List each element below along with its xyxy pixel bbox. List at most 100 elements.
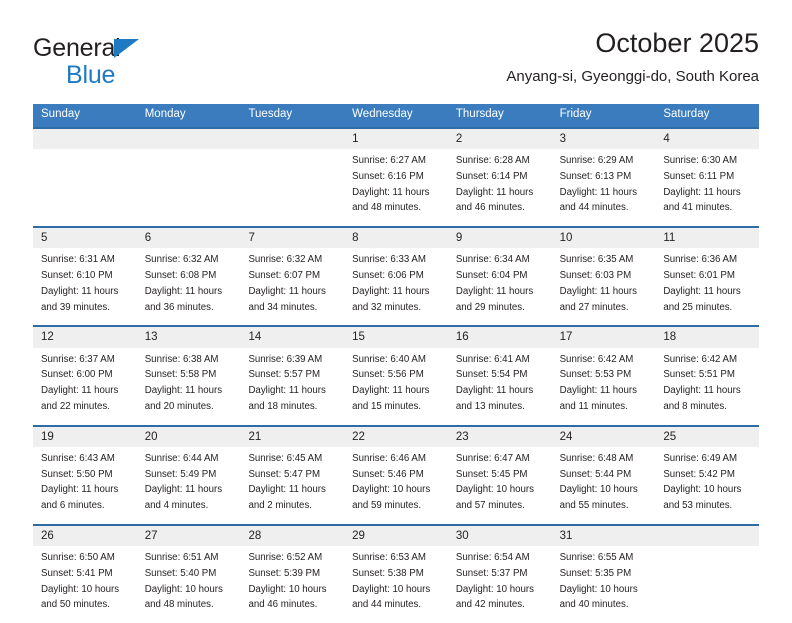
day-cell[interactable]: Sunrise: 6:36 AM Sunset: 6:01 PM Daylight:… <box>655 248 759 325</box>
generalblue-logo[interactable]: General Blue <box>33 36 233 88</box>
day-cell[interactable]: Sunrise: 6:34 AM Sunset: 6:04 PM Daylight:… <box>448 248 552 325</box>
day-number[interactable]: 11 <box>655 228 759 248</box>
week-daynumber-row: 5 6 7 8 9 10 11 <box>33 228 759 249</box>
daylight-text: Daylight: 11 hours <box>41 285 119 297</box>
sunrise-text: Sunrise: 6:27 AM <box>352 155 426 167</box>
day-number[interactable]: 1 <box>344 129 448 149</box>
day-cell-empty <box>655 546 759 623</box>
day-number-empty <box>33 129 137 149</box>
weekday-header-row: Sunday Monday Tuesday Wednesday Thursday… <box>33 104 759 127</box>
week-detail-row: Sunrise: 6:43 AM Sunset: 5:50 PM Daylight:… <box>33 446 759 524</box>
day-cell[interactable]: Sunrise: 6:55 AM Sunset: 5:35 PM Daylight:… <box>552 546 656 623</box>
day-number[interactable]: 20 <box>137 427 241 447</box>
daylight-text: Daylight: 11 hours <box>663 385 741 397</box>
day-cell[interactable]: Sunrise: 6:42 AM Sunset: 5:51 PM Daylight:… <box>655 348 759 425</box>
weekday-header-saturday: Saturday <box>663 108 710 120</box>
sunset-text: Sunset: 5:37 PM <box>455 567 528 579</box>
week-daynumber-row: 1234 <box>33 128 759 150</box>
day-number[interactable]: 3 <box>552 129 656 149</box>
day-number[interactable]: 18 <box>655 327 759 347</box>
day-number[interactable]: 26 <box>33 526 137 546</box>
day-number[interactable]: 4 <box>655 129 759 149</box>
day-cell-empty <box>33 149 137 226</box>
day-cell[interactable]: Sunrise: 6:30 AM Sunset: 6:11 PM Daylight:… <box>655 149 759 226</box>
sunset-text: Sunset: 6:00 PM <box>41 369 113 381</box>
day-number[interactable]: 28 <box>240 526 344 546</box>
day-cell[interactable]: Sunrise: 6:50 AM Sunset: 5:41 PM Daylight:… <box>33 546 137 623</box>
day-cell[interactable]: Sunrise: 6:32 AM Sunset: 6:08 PM Daylight:… <box>137 248 241 325</box>
daylight-text: Daylight: 11 hours <box>248 385 326 397</box>
day-cell[interactable]: Sunrise: 6:31 AM Sunset: 6:10 PM Daylight:… <box>33 248 137 325</box>
daylight-text: Daylight: 11 hours <box>663 186 741 198</box>
daylight-text-cont: and 46 minutes. <box>248 599 318 611</box>
day-number[interactable]: 13 <box>137 327 241 347</box>
day-number[interactable]: 5 <box>33 228 137 248</box>
weekday-header-thursday: Thursday <box>455 108 504 120</box>
day-number[interactable]: 29 <box>344 526 448 546</box>
day-cell[interactable]: Sunrise: 6:54 AM Sunset: 5:37 PM Daylight:… <box>448 546 552 623</box>
day-number[interactable]: 30 <box>448 526 552 546</box>
day-cell[interactable]: Sunrise: 6:29 AM Sunset: 6:13 PM Daylight:… <box>552 149 656 226</box>
sunrise-text: Sunrise: 6:40 AM <box>352 353 426 365</box>
day-number[interactable]: 6 <box>137 228 241 248</box>
daylight-text-cont: and 15 minutes. <box>352 400 422 412</box>
sunrise-text: Sunrise: 6:32 AM <box>248 254 323 266</box>
week-detail-row: Sunrise: 6:37 AM Sunset: 6:00 PM Daylight:… <box>33 347 759 425</box>
day-number[interactable]: 2 <box>448 129 552 149</box>
day-number[interactable]: 7 <box>240 228 344 248</box>
day-number[interactable]: 22 <box>344 427 448 447</box>
daylight-text: Daylight: 10 hours <box>352 583 431 595</box>
day-number[interactable]: 21 <box>240 427 344 447</box>
day-cell[interactable]: Sunrise: 6:45 AM Sunset: 5:47 PM Daylight:… <box>240 447 344 524</box>
day-number[interactable]: 16 <box>448 327 552 347</box>
logo-text-blue: Blue <box>66 61 116 89</box>
day-number[interactable]: 25 <box>655 427 759 447</box>
day-cell[interactable]: Sunrise: 6:39 AM Sunset: 5:57 PM Daylight:… <box>240 348 344 425</box>
day-cell-empty <box>240 149 344 226</box>
sunrise-text: Sunrise: 6:46 AM <box>352 452 426 464</box>
daylight-text-cont: and 59 minutes. <box>352 500 422 512</box>
day-number[interactable]: 9 <box>448 228 552 248</box>
day-cell[interactable]: Sunrise: 6:53 AM Sunset: 5:38 PM Daylight:… <box>344 546 448 623</box>
calendar-week-row: 12 13 14 15 16 17 18 Sunrise: 6:37 AM Sunset: 6:… <box>33 325 759 425</box>
day-number[interactable]: 19 <box>33 427 137 447</box>
day-cell[interactable]: Sunrise: 6:38 AM Sunset: 5:58 PM Daylight:… <box>137 348 241 425</box>
day-cell[interactable]: Sunrise: 6:42 AM Sunset: 5:53 PM Daylight:… <box>552 348 656 425</box>
day-number[interactable]: 10 <box>552 228 656 248</box>
day-number[interactable]: 23 <box>448 427 552 447</box>
day-cell[interactable]: Sunrise: 6:48 AM Sunset: 5:44 PM Daylight:… <box>552 447 656 524</box>
sunrise-text: Sunrise: 6:43 AM <box>41 452 115 464</box>
calendar-grid: Sunday Monday Tuesday Wednesday Thursday… <box>33 104 759 623</box>
day-cell[interactable]: Sunrise: 6:33 AM Sunset: 6:06 PM Daylight:… <box>344 248 448 325</box>
day-cell[interactable]: Sunrise: 6:51 AM Sunset: 5:40 PM Daylight:… <box>137 546 241 623</box>
sunrise-text: Sunrise: 6:30 AM <box>663 155 738 167</box>
day-cell[interactable]: Sunrise: 6:40 AM Sunset: 5:56 PM Daylight:… <box>344 348 448 425</box>
day-cell[interactable]: Sunrise: 6:52 AM Sunset: 5:39 PM Daylight:… <box>240 546 344 623</box>
day-number[interactable]: 27 <box>137 526 241 546</box>
day-number[interactable]: 24 <box>552 427 656 447</box>
day-number[interactable]: 12 <box>33 327 137 347</box>
day-cell[interactable]: Sunrise: 6:28 AM Sunset: 6:14 PM Daylight:… <box>448 149 552 226</box>
sunset-text: Sunset: 6:11 PM <box>663 170 735 182</box>
day-cell[interactable]: Sunrise: 6:46 AM Sunset: 5:46 PM Daylight:… <box>344 447 448 524</box>
day-number[interactable]: 17 <box>552 327 656 347</box>
day-cell[interactable]: Sunrise: 6:35 AM Sunset: 6:03 PM Daylight:… <box>552 248 656 325</box>
day-cell[interactable]: Sunrise: 6:43 AM Sunset: 5:50 PM Daylight:… <box>33 447 137 524</box>
day-cell[interactable]: Sunrise: 6:44 AM Sunset: 5:49 PM Daylight:… <box>137 447 241 524</box>
day-cell[interactable]: Sunrise: 6:27 AM Sunset: 6:16 PM Daylight:… <box>344 149 448 226</box>
day-cell[interactable]: Sunrise: 6:47 AM Sunset: 5:45 PM Daylight:… <box>448 447 552 524</box>
day-number[interactable]: 31 <box>552 526 656 546</box>
day-cell[interactable]: Sunrise: 6:32 AM Sunset: 6:07 PM Daylight:… <box>240 248 344 325</box>
page-header: General Blue October 2025 Anyang-si, Gye… <box>33 28 759 96</box>
day-cell[interactable]: Sunrise: 6:49 AM Sunset: 5:42 PM Daylight:… <box>655 447 759 524</box>
day-number[interactable]: 14 <box>240 327 344 347</box>
day-cell[interactable]: Sunrise: 6:41 AM Sunset: 5:54 PM Daylight:… <box>448 348 552 425</box>
sunrise-text: Sunrise: 6:39 AM <box>248 353 323 365</box>
day-number[interactable]: 8 <box>344 228 448 248</box>
daylight-text-cont: and 39 minutes. <box>41 301 110 313</box>
sunrise-text: Sunrise: 6:33 AM <box>352 254 426 266</box>
day-number[interactable]: 15 <box>344 327 448 347</box>
day-cell[interactable]: Sunrise: 6:37 AM Sunset: 6:00 PM Daylight:… <box>33 348 137 425</box>
calendar-week-row: 1 2 3 4 Sunrise: 6:27 AM Sunset: 6:16 PM Dayli… <box>33 126 759 227</box>
daylight-text-cont: and 48 minutes. <box>144 599 214 611</box>
